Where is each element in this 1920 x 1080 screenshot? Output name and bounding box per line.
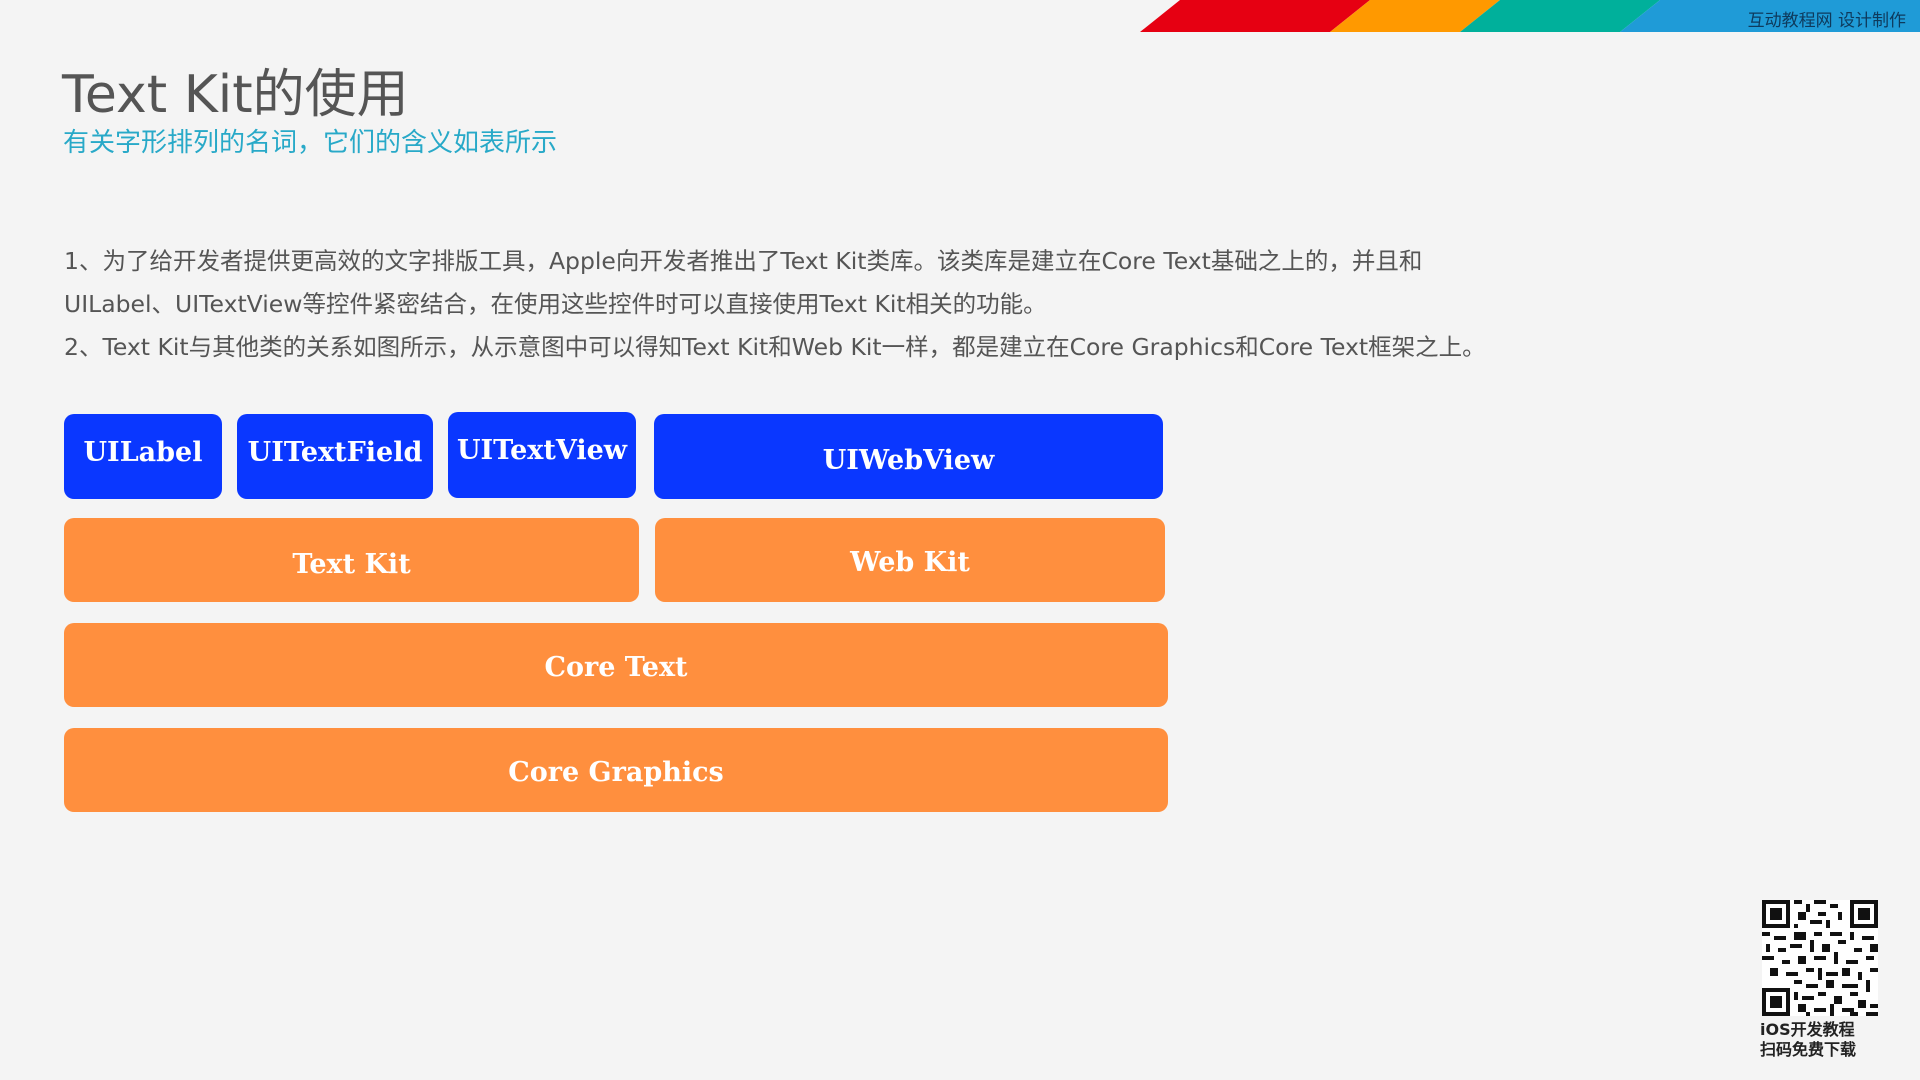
uilabel-block: UILabel [64, 414, 222, 499]
qr-code-icon [1762, 900, 1878, 1016]
qr-caption-line: 扫码免费下载 [1760, 1040, 1857, 1059]
top-banner: 互动教程网 设计制作 [1140, 0, 1920, 32]
page-title: Text Kit的使用 [62, 65, 409, 125]
qr-caption-line: iOS开发教程 [1760, 1020, 1855, 1039]
uitextfield-block: UITextField [237, 414, 433, 499]
uiwebview-block: UIWebView [654, 414, 1163, 499]
uitextview-block: UITextView [448, 412, 636, 498]
web-kit-block: Web Kit [655, 518, 1165, 602]
body-line: 2、Text Kit与其他类的关系如图所示，从示意图中可以得知Text Kit和… [64, 333, 1486, 361]
banner-credit: 互动教程网 设计制作 [1747, 11, 1906, 31]
page-subtitle: 有关字形排列的名词，它们的含义如表所示 [63, 128, 558, 158]
body-line: 1、为了给开发者提供更高效的文字排版工具，Apple向开发者推出了Text Ki… [64, 247, 1423, 275]
text-kit-block: Text Kit [64, 518, 639, 602]
body-line: UILabel、UITextView等控件紧密结合，在使用这些控件时可以直接使用… [64, 290, 1047, 318]
qr-code [1762, 900, 1878, 1016]
core-graphics-block: Core Graphics [64, 728, 1168, 812]
body-paragraph: 1、为了给开发者提供更高效的文字排版工具，Apple向开发者推出了Text Ki… [64, 240, 1764, 369]
core-text-block: Core Text [64, 623, 1168, 707]
qr-caption: iOS开发教程 扫码免费下载 [1760, 1020, 1890, 1060]
